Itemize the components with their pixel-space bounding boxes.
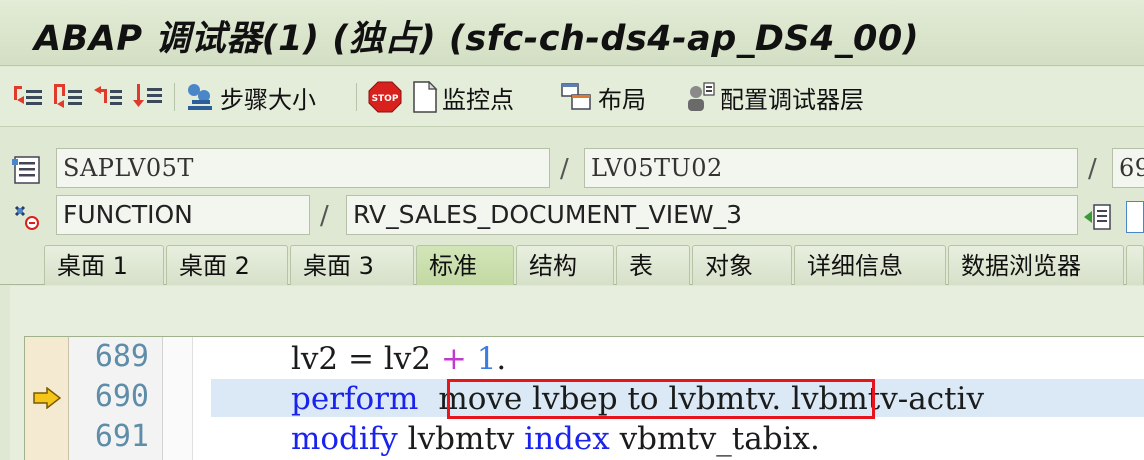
debugger-tabs: 桌面 1 桌面 2 桌面 3 标准 结构 表 对象 详细信息 数据浏览器 <box>0 243 1144 285</box>
line-number: 691 <box>94 419 149 454</box>
stop-button[interactable]: STOP <box>368 81 402 113</box>
layout-icon <box>561 83 591 110</box>
tab-data-explorer[interactable]: 数据浏览器 <box>948 245 1124 285</box>
step-size-button[interactable]: 步骤大小 <box>184 81 316 114</box>
program-location-row: SAPLV05T / LV05TU02 / 69 <box>0 148 1144 194</box>
code-text: lv2 = lv2 <box>291 341 441 377</box>
event-type-field[interactable]: FUNCTION <box>56 195 310 235</box>
line-number: 689 <box>94 339 149 374</box>
code-keyword: index <box>524 421 610 457</box>
step-size-label: 步骤大小 <box>220 85 316 114</box>
function-module-icon <box>10 201 42 237</box>
code-line: lv2 = lv2 + 1. <box>291 339 506 379</box>
code-line: modify lvbmtv index vbmtv_tabix. <box>291 419 820 459</box>
watchpoint-button[interactable]: 监控点 <box>412 81 514 114</box>
step-return-icon <box>94 86 122 105</box>
tab-details[interactable]: 详细信息 <box>794 245 946 285</box>
step-return-button[interactable] <box>92 81 126 113</box>
line-number-field[interactable]: 69 <box>1112 148 1144 188</box>
event-name-field[interactable]: RV_SALES_DOCUMENT_VIEW_3 <box>346 195 1078 235</box>
line-number: 690 <box>94 379 149 414</box>
configure-layers-button[interactable]: 配置调试器层 <box>684 81 864 114</box>
step-over-icon <box>54 84 82 108</box>
code-text: vbmtv_tabix. <box>609 421 820 457</box>
program-name-field[interactable]: SAPLV05T <box>56 148 550 188</box>
step-over-button[interactable] <box>52 81 86 113</box>
line-numbers: 689 690 691 <box>69 337 163 460</box>
include-name-field[interactable]: LV05TU02 <box>584 148 1078 188</box>
code-text: . <box>496 341 507 377</box>
event-location-row: FUNCTION / RV_SALES_DOCUMENT_VIEW_3 <box>0 195 1144 241</box>
step-size-icon <box>188 84 212 110</box>
code-operator: + <box>440 341 467 377</box>
separator: / <box>320 201 329 231</box>
fold-column <box>163 337 193 460</box>
tab-overflow[interactable] <box>1126 245 1144 285</box>
tab-desktop-1[interactable]: 桌面 1 <box>44 245 164 285</box>
tab-structures[interactable]: 结构 <box>516 245 614 285</box>
continue-icon <box>133 84 162 107</box>
tab-desktop-2[interactable]: 桌面 2 <box>166 245 288 285</box>
stop-icon: STOP <box>368 81 402 113</box>
step-into-icon <box>14 86 42 105</box>
breakpoint-gutter[interactable] <box>25 337 69 460</box>
tab-desktop-3[interactable]: 桌面 3 <box>290 245 414 285</box>
source-code-icon <box>10 154 42 190</box>
tab-standard[interactable]: 标准 <box>416 245 514 285</box>
continue-button[interactable] <box>132 81 166 113</box>
tab-tables[interactable]: 表 <box>616 245 690 285</box>
info-icon[interactable] <box>1126 201 1144 233</box>
toolbar-separator <box>356 83 357 111</box>
highlight-box <box>447 379 875 419</box>
user-settings-icon <box>688 82 715 111</box>
toolbar-separator <box>174 83 175 111</box>
layout-label: 布局 <box>598 85 646 114</box>
code-keyword: modify <box>291 421 398 457</box>
step-into-button[interactable] <box>12 81 46 113</box>
navigate-icon[interactable] <box>1082 201 1114 237</box>
separator: / <box>1088 154 1097 184</box>
tab-objects[interactable]: 对象 <box>692 245 792 285</box>
window-title: ABAP 调试器(1) (独占) (sfc-ch-ds4-ap_DS4_00) <box>34 19 920 59</box>
code-keyword: perform <box>291 381 419 417</box>
current-line-arrow-icon <box>33 387 61 409</box>
source-code-editor[interactable]: 689 690 691 lv2 = lv2 + 1. perform move l… <box>24 336 1144 460</box>
configure-layers-label: 配置调试器层 <box>720 85 864 114</box>
window-title-bar: ABAP 调试器(1) (独占) (sfc-ch-ds4-ap_DS4_00) <box>0 0 1144 66</box>
document-icon <box>413 81 438 113</box>
separator: / <box>560 154 569 184</box>
layout-button[interactable]: 布局 <box>560 81 646 114</box>
watchpoint-label: 监控点 <box>442 85 514 114</box>
svg-text:STOP: STOP <box>372 94 399 104</box>
debugger-toolbar: 步骤大小 STOP 监控点 布局 配置调试器层 <box>0 67 1144 127</box>
code-text: lvbmtv <box>397 421 525 457</box>
code-number: 1 <box>476 341 497 377</box>
